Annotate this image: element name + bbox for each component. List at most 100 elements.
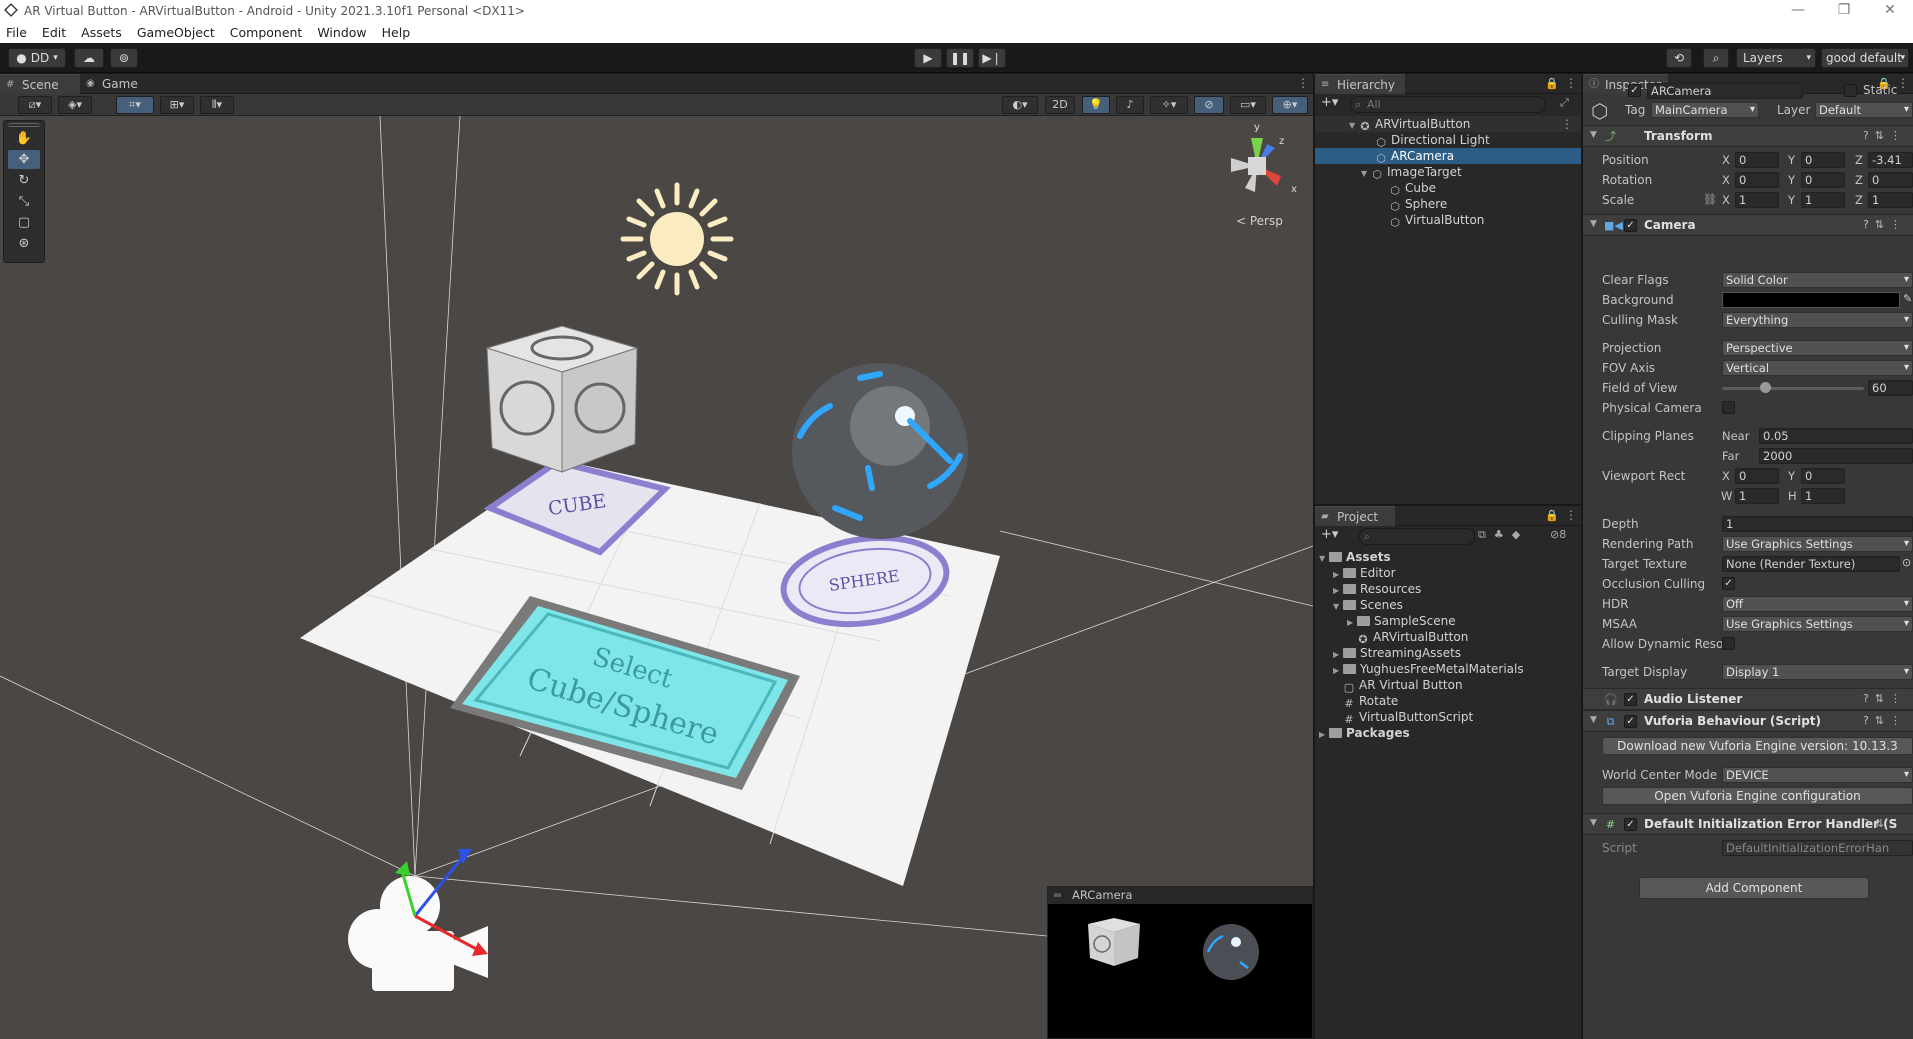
lock-icon[interactable]: 🔒 xyxy=(1545,77,1559,90)
hierarchy-item-imagetarget[interactable]: ▼ ⬡ ImageTarget xyxy=(1315,164,1581,181)
dynamic-resolution-checkbox[interactable] xyxy=(1722,637,1735,650)
hidden-objects-icon[interactable]: ⊘ xyxy=(1194,96,1224,114)
minimize-button[interactable]: — xyxy=(1775,0,1821,22)
hierarchy-item-arvirtualbutton[interactable]: ▼ ✪ ARVirtualButton ⋮ xyxy=(1315,116,1581,133)
orientation-gizmo[interactable]: y x z xyxy=(1231,122,1297,195)
persp-label[interactable]: < Persp xyxy=(1236,214,1283,228)
hierarchy-item-arcamera[interactable]: ⬡ ARCamera xyxy=(1315,148,1581,165)
project-folder-editor[interactable]: ▶ Editor xyxy=(1315,565,1581,581)
vuforia-behaviour-header[interactable]: ▼ ⧉ ✓ Vuforia Behaviour (Script) ?⇅⋮ xyxy=(1583,710,1913,732)
world-center-mode-dropdown[interactable]: DEVICE xyxy=(1722,767,1913,783)
rotation-z-input[interactable]: 0 xyxy=(1868,172,1913,188)
menu-gameobject[interactable]: GameObject xyxy=(137,25,215,40)
hdr-dropdown[interactable]: Off xyxy=(1722,596,1913,612)
inspector-menu-icon[interactable]: ⋮ xyxy=(1897,76,1909,90)
scale-tool-icon[interactable]: ⤡ xyxy=(8,192,40,211)
viewport-w-input[interactable]: 1 xyxy=(1735,488,1779,504)
clear-flags-dropdown[interactable]: Solid Color xyxy=(1722,272,1913,288)
hierarchy-menu-icon[interactable]: ⋮ xyxy=(1565,76,1577,90)
directional-light-icon[interactable] xyxy=(620,182,734,296)
play-button[interactable]: ▶ xyxy=(914,48,942,68)
menu-edit[interactable]: Edit xyxy=(42,25,66,40)
far-input[interactable]: 2000 xyxy=(1759,448,1913,464)
rotation-x-input[interactable]: 0 xyxy=(1735,172,1779,188)
msaa-dropdown[interactable]: Use Graphics Settings xyxy=(1722,616,1913,632)
open-vuforia-config-button[interactable]: Open Vuforia Engine configuration xyxy=(1602,787,1913,805)
project-search-input[interactable]: ⌕ xyxy=(1359,528,1475,545)
tab-hierarchy[interactable]: ≡ Hierarchy xyxy=(1315,74,1405,94)
sphere-object[interactable] xyxy=(792,363,968,539)
rect-tool-icon[interactable]: ▢ xyxy=(8,213,40,232)
history-icon[interactable]: ⟲ xyxy=(1666,48,1692,68)
search-icon[interactable]: ⌕ xyxy=(1703,48,1729,68)
grip-icon[interactable]: ═ xyxy=(1054,887,1061,904)
position-z-input[interactable]: -3.41 xyxy=(1868,152,1913,168)
menu-file[interactable]: File xyxy=(6,25,27,40)
depth-input[interactable]: 1 xyxy=(1722,516,1913,532)
project-folder-streamingassets[interactable]: ▶ StreamingAssets xyxy=(1315,645,1581,661)
transform-tool-icon[interactable]: ⊛ xyxy=(8,234,40,253)
project-folder-scenes[interactable]: ▼ Scenes xyxy=(1315,597,1581,613)
object-picker-icon[interactable]: ⊙ xyxy=(1902,556,1911,569)
occlusion-culling-checkbox[interactable]: ✓ xyxy=(1722,577,1735,590)
hierarchy-item-directional-light[interactable]: ⬡ Directional Light xyxy=(1315,132,1581,149)
project-folder-assets[interactable]: ▼ Assets xyxy=(1315,549,1581,565)
move-tool-icon[interactable]: ✥ xyxy=(8,150,40,169)
viewport-y-input[interactable]: 0 xyxy=(1801,468,1845,484)
error-handler-header[interactable]: ▼ # ✓ Default Initialization Error Handl… xyxy=(1583,813,1913,835)
rotate-tool-icon[interactable]: ↻ xyxy=(8,171,40,190)
transform-header[interactable]: ▼ ⤴ Transform ?⇅⋮ xyxy=(1583,125,1913,147)
target-texture-field[interactable]: None (Render Texture) xyxy=(1722,556,1900,572)
project-folder-yughues[interactable]: ▶ YughuesFreeMetalMaterials xyxy=(1315,661,1581,677)
culling-mask-dropdown[interactable]: Everything xyxy=(1722,312,1913,328)
add-component-button[interactable]: Add Component xyxy=(1639,877,1869,899)
pause-button[interactable]: ❚❚ xyxy=(946,48,974,68)
project-folder-resources[interactable]: ▶ Resources xyxy=(1315,581,1581,597)
collapse-arrow-icon[interactable]: ▼ xyxy=(1590,715,1597,725)
collapse-arrow-icon[interactable]: ▼ xyxy=(1590,818,1597,828)
toolbar-grip[interactable] xyxy=(8,123,40,127)
audio-icon[interactable]: ♪ xyxy=(1116,96,1144,114)
collapse-arrow-icon[interactable]: ▼ xyxy=(1590,219,1597,229)
scale-z-input[interactable]: 1 xyxy=(1868,192,1913,208)
audio-listener-header[interactable]: 🎧 ✓ Audio Listener ?⇅⋮ xyxy=(1583,688,1913,710)
position-y-input[interactable]: 0 xyxy=(1801,152,1845,168)
layer-dropdown[interactable]: Default xyxy=(1815,102,1913,118)
target-display-dropdown[interactable]: Display 1 xyxy=(1722,664,1913,680)
tab-game[interactable]: ◉ Game xyxy=(80,74,150,94)
2d-toggle[interactable]: 2D xyxy=(1045,96,1075,114)
static-checkbox[interactable] xyxy=(1844,84,1857,97)
scene-filter-icon[interactable]: ⤢ xyxy=(1560,96,1569,110)
fov-input[interactable]: 60 xyxy=(1868,380,1913,396)
position-x-input[interactable]: 0 xyxy=(1735,152,1779,168)
shading-icon[interactable]: ◐▾ xyxy=(1002,96,1038,114)
fov-axis-dropdown[interactable]: Vertical xyxy=(1722,360,1913,376)
project-folder-samplescene[interactable]: ▶ SampleScene xyxy=(1315,613,1581,629)
layout-dropdown[interactable]: good default ▾ xyxy=(1821,48,1909,68)
eyedropper-icon[interactable]: ✎ xyxy=(1903,292,1912,305)
scene-menu-icon[interactable]: ⋮ xyxy=(1297,76,1309,90)
grid-snap-icon[interactable]: ⌗▾ xyxy=(116,96,154,114)
physical-camera-checkbox[interactable] xyxy=(1722,401,1735,414)
project-script-rotate[interactable]: # Rotate xyxy=(1315,693,1581,710)
cloud-icon[interactable]: ☁ xyxy=(74,48,104,68)
camera-enabled-checkbox[interactable]: ✓ xyxy=(1624,219,1637,232)
error-handler-checkbox[interactable]: ✓ xyxy=(1624,818,1637,831)
menu-assets[interactable]: Assets xyxy=(81,25,122,40)
projection-dropdown[interactable]: Perspective xyxy=(1722,340,1913,356)
render-mode-icon[interactable]: ◈▾ xyxy=(58,96,92,114)
effects-icon[interactable]: ✧▾ xyxy=(1150,96,1188,114)
cube-object[interactable] xyxy=(485,325,639,473)
viewport-h-input[interactable]: 1 xyxy=(1801,488,1845,504)
close-button[interactable]: ✕ xyxy=(1867,0,1913,22)
component-header-icons[interactable]: ?⇅⋮ xyxy=(1863,218,1907,231)
tab-project[interactable]: ▰ Project xyxy=(1315,506,1395,526)
tab-scene[interactable]: # Scene xyxy=(0,74,80,94)
vuforia-enabled-checkbox[interactable]: ✓ xyxy=(1624,715,1637,728)
component-header-icons[interactable]: ?⇅⋮ xyxy=(1863,129,1907,142)
step-button[interactable]: ▶❘ xyxy=(978,48,1006,68)
audio-listener-checkbox[interactable]: ✓ xyxy=(1624,693,1637,706)
component-header-icons[interactable]: ?⇅⋮ xyxy=(1863,817,1907,830)
near-input[interactable]: 0.05 xyxy=(1759,428,1913,444)
tag-dropdown[interactable]: MainCamera xyxy=(1651,102,1759,118)
